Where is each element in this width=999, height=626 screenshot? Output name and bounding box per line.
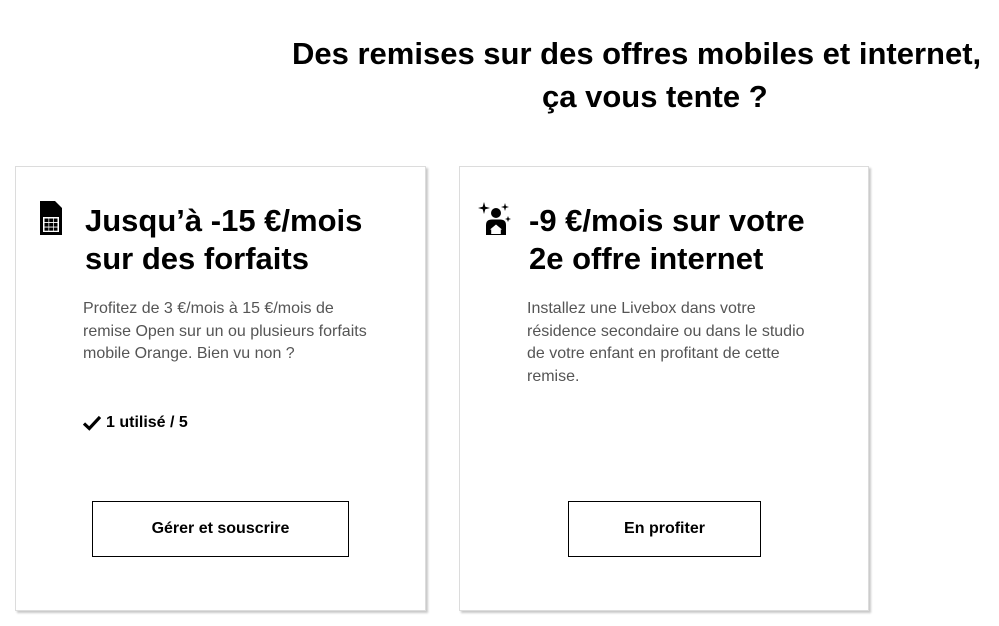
usage-count: 1 utilisé / 5 (106, 414, 188, 431)
offer-title: -9 €/mois sur votre 2e offre internet (529, 202, 859, 278)
page-title-line-2: ça vous tente ? (542, 79, 768, 114)
offer-card-internet: -9 €/mois sur votre 2e offre internet In… (459, 166, 869, 611)
offer-description: Profitez de 3 €/mois à 15 €/mois de remi… (83, 300, 367, 362)
sim-card-icon (38, 199, 64, 237)
offer-card-mobile: Jusqu’à -15 €/mois sur des forfaits Prof… (15, 166, 426, 611)
offers-page: Des remises sur des offres mobiles et in… (0, 0, 999, 626)
page-title: Des remises sur des offres mobiles et in… (292, 32, 999, 118)
offer-title: Jusqu’à -15 €/mois sur des forfaits (85, 202, 415, 278)
offer-title-line-1: -9 €/mois sur votre (529, 203, 805, 238)
page-title-line-1: Des remises sur des offres mobiles et in… (292, 36, 982, 71)
manage-subscribe-button[interactable]: Gérer et souscrire (92, 501, 349, 557)
offer-title-line-1: Jusqu’à -15 €/mois (85, 203, 363, 238)
offer-title-line-2: sur des forfaits (85, 241, 309, 276)
sparkle-person-home-icon (477, 201, 513, 237)
offer-title-line-2: 2e offre internet (529, 241, 764, 276)
offer-description: Installez une Livebox dans votre résiden… (527, 300, 805, 385)
en-profiter-button[interactable]: En profiter (568, 501, 761, 557)
usage-indicator: 1 utilisé / 5 (82, 413, 188, 433)
checkmark-icon (82, 415, 102, 431)
